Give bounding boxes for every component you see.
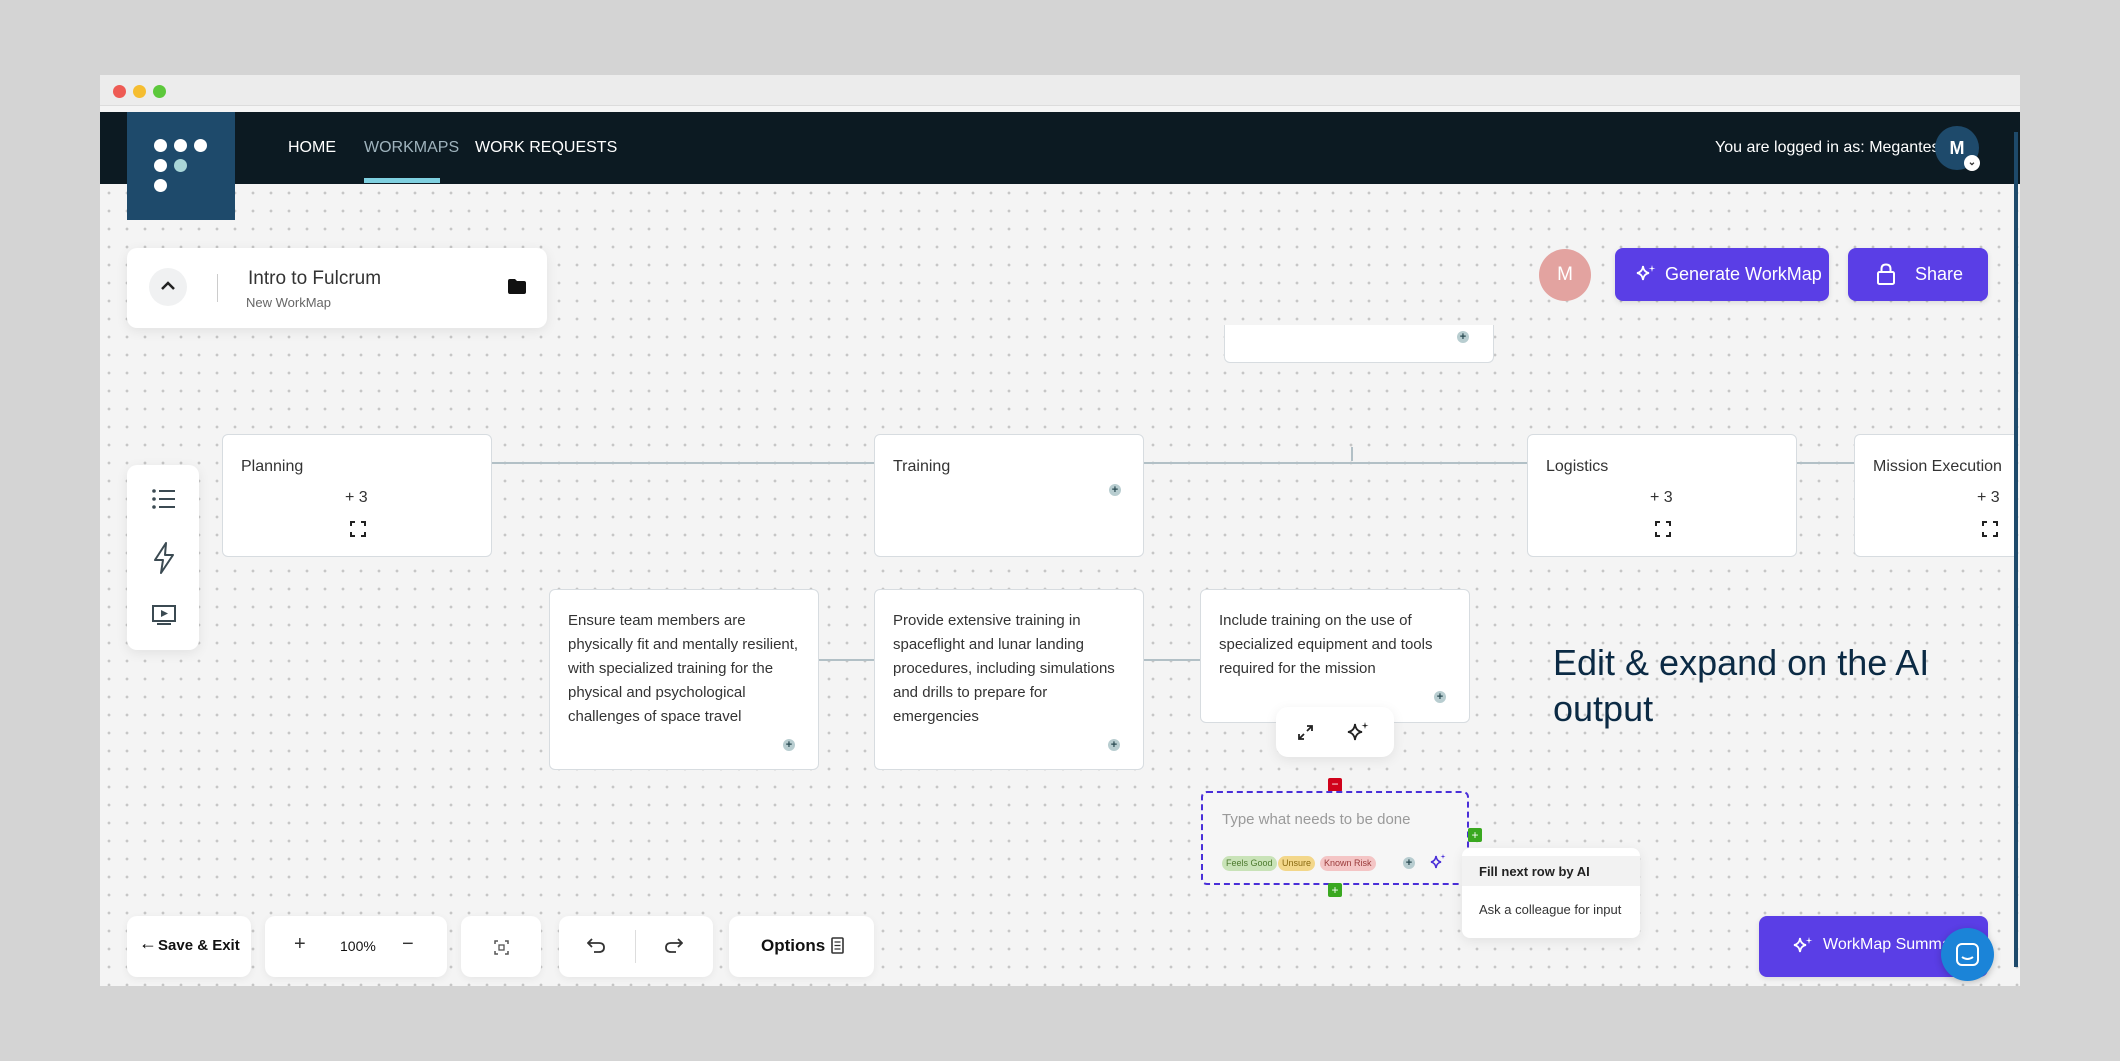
- chat-icon: [1956, 943, 1979, 966]
- tag-unsure[interactable]: Unsure: [1278, 856, 1316, 871]
- ai-sparkle-icon[interactable]: [1429, 853, 1447, 871]
- expand-icon[interactable]: [1655, 521, 1671, 537]
- lightning-icon[interactable]: [153, 542, 175, 574]
- expand-icon[interactable]: [1982, 521, 1998, 537]
- chevron-down-icon[interactable]: ⌄: [1964, 155, 1980, 171]
- nav-home[interactable]: HOME: [288, 112, 336, 184]
- minimize-dot[interactable]: [133, 85, 146, 98]
- node-title: Planning: [241, 458, 304, 475]
- nav-work-requests[interactable]: WORK REQUESTS: [475, 112, 617, 184]
- workmap-title-card: Intro to Fulcrum New WorkMap: [127, 248, 547, 328]
- chevron-up-icon: [161, 281, 175, 290]
- app-window: HOME WORKMAPS WORK REQUESTS You are logg…: [100, 75, 2020, 986]
- workmap-title[interactable]: Intro to Fulcrum: [248, 268, 381, 290]
- presentation-icon[interactable]: [152, 605, 176, 625]
- history-controls: [559, 916, 713, 977]
- close-dot[interactable]: [113, 85, 126, 98]
- node-title: Training: [893, 458, 951, 475]
- fit-view-button[interactable]: [461, 916, 541, 977]
- maximize-dot[interactable]: [153, 85, 166, 98]
- sparkle-icon: [1636, 265, 1656, 281]
- add-child-icon[interactable]: +: [1434, 691, 1446, 703]
- expand-icon[interactable]: [350, 521, 366, 537]
- lock-icon: [1877, 263, 1895, 285]
- redo-icon[interactable]: [665, 938, 683, 953]
- node-count: + 3: [1977, 489, 2000, 506]
- node-count: + 3: [345, 489, 368, 506]
- task-node-1[interactable]: Ensure team members are physically fit a…: [549, 589, 819, 770]
- annotation-text: Edit & expand on the AI output: [1553, 642, 1930, 729]
- expand-arrows-icon[interactable]: [1298, 725, 1313, 740]
- add-below-button[interactable]: +: [1328, 883, 1342, 897]
- login-status: You are logged in as: Megantest: [1715, 139, 1944, 156]
- right-edge-bar: [2014, 132, 2018, 967]
- options-button[interactable]: Options: [729, 916, 874, 977]
- node-floating-toolbar: [1276, 707, 1394, 757]
- zoom-in-icon[interactable]: +: [294, 933, 306, 956]
- add-child-icon[interactable]: +: [1403, 857, 1415, 869]
- task-text: Include training on the use of specializ…: [1219, 612, 1433, 677]
- tag-feels-good[interactable]: Feels Good: [1222, 856, 1277, 871]
- fulcrum-logo[interactable]: [127, 112, 235, 220]
- nav-workmaps[interactable]: WORKMAPS: [364, 112, 459, 184]
- add-child-icon[interactable]: +: [783, 739, 795, 751]
- top-nav: HOME WORKMAPS WORK REQUESTS You are logg…: [100, 112, 2020, 184]
- menu-fill-next-row[interactable]: Fill next row by AI: [1462, 856, 1640, 886]
- folder-icon[interactable]: [508, 279, 526, 294]
- collaborator-avatar[interactable]: M: [1539, 249, 1591, 301]
- tag-known-risk[interactable]: Known Risk: [1320, 856, 1376, 871]
- generate-workmap-button[interactable]: Generate WorkMap: [1615, 248, 1829, 301]
- node-title: Logistics: [1546, 458, 1609, 475]
- node-mission-execution[interactable]: Mission Execution + 3: [1854, 434, 2014, 557]
- add-sibling-button[interactable]: +: [1468, 828, 1482, 842]
- menu-item-label: Ask a colleague for input: [1479, 902, 1622, 917]
- new-task-node[interactable]: Type what needs to be done Feels Good Un…: [1201, 791, 1469, 885]
- save-exit-label: Save & Exit: [158, 937, 240, 954]
- sparkle-icon: [1793, 937, 1813, 953]
- root-node[interactable]: +: [1224, 325, 1494, 363]
- left-tool-panel: [127, 465, 199, 650]
- task-input[interactable]: Type what needs to be done: [1222, 811, 1410, 828]
- sparkle-icon[interactable]: [1346, 721, 1370, 743]
- document-icon: [831, 937, 844, 954]
- window-chrome: [100, 75, 2020, 106]
- arrow-left-icon: ←: [139, 933, 157, 953]
- add-child-icon[interactable]: +: [1109, 484, 1121, 496]
- list-icon[interactable]: [152, 488, 176, 510]
- zoom-level: 100%: [340, 938, 376, 954]
- user-avatar[interactable]: M ⌄: [1935, 126, 1980, 171]
- menu-item-label: Fill next row by AI: [1479, 864, 1590, 879]
- fit-screen-icon: [494, 940, 509, 955]
- task-node-3[interactable]: Include training on the use of specializ…: [1200, 589, 1470, 723]
- node-planning[interactable]: Planning + 3: [222, 434, 492, 557]
- generate-label: Generate WorkMap: [1665, 264, 1822, 284]
- chat-launcher-button[interactable]: [1941, 928, 1994, 981]
- avatar-initial: M: [1949, 138, 1965, 158]
- options-label: Options: [761, 936, 826, 955]
- undo-icon[interactable]: [587, 938, 605, 953]
- divider: [635, 930, 636, 963]
- node-training[interactable]: Training +: [874, 434, 1144, 557]
- summary-label: WorkMap Summa: [1823, 936, 1951, 953]
- add-child-icon[interactable]: +: [1457, 331, 1469, 343]
- task-node-2[interactable]: Provide extensive training in spacefligh…: [874, 589, 1144, 770]
- zoom-controls: + 100% −: [265, 916, 447, 977]
- task-text: Provide extensive training in spacefligh…: [893, 612, 1115, 725]
- node-title: Mission Execution: [1873, 458, 2002, 475]
- workmap-subtitle: New WorkMap: [246, 295, 332, 310]
- share-button[interactable]: Share: [1848, 248, 1988, 301]
- share-label: Share: [1915, 264, 1964, 284]
- collapse-button[interactable]: [149, 268, 187, 306]
- add-child-icon[interactable]: +: [1108, 739, 1120, 751]
- zoom-out-icon[interactable]: −: [402, 933, 414, 956]
- nav-active-underline: [364, 178, 440, 183]
- node-logistics[interactable]: Logistics + 3: [1527, 434, 1797, 557]
- ai-options-menu: Fill next row by AI Ask a colleague for …: [1462, 848, 1640, 938]
- menu-ask-colleague[interactable]: Ask a colleague for input: [1462, 894, 1640, 924]
- task-text: Ensure team members are physically fit a…: [568, 612, 799, 725]
- save-exit-button[interactable]: ← Save & Exit: [127, 916, 251, 977]
- divider: [217, 274, 218, 302]
- node-count: + 3: [1650, 489, 1673, 506]
- remove-node-button[interactable]: −: [1328, 778, 1342, 792]
